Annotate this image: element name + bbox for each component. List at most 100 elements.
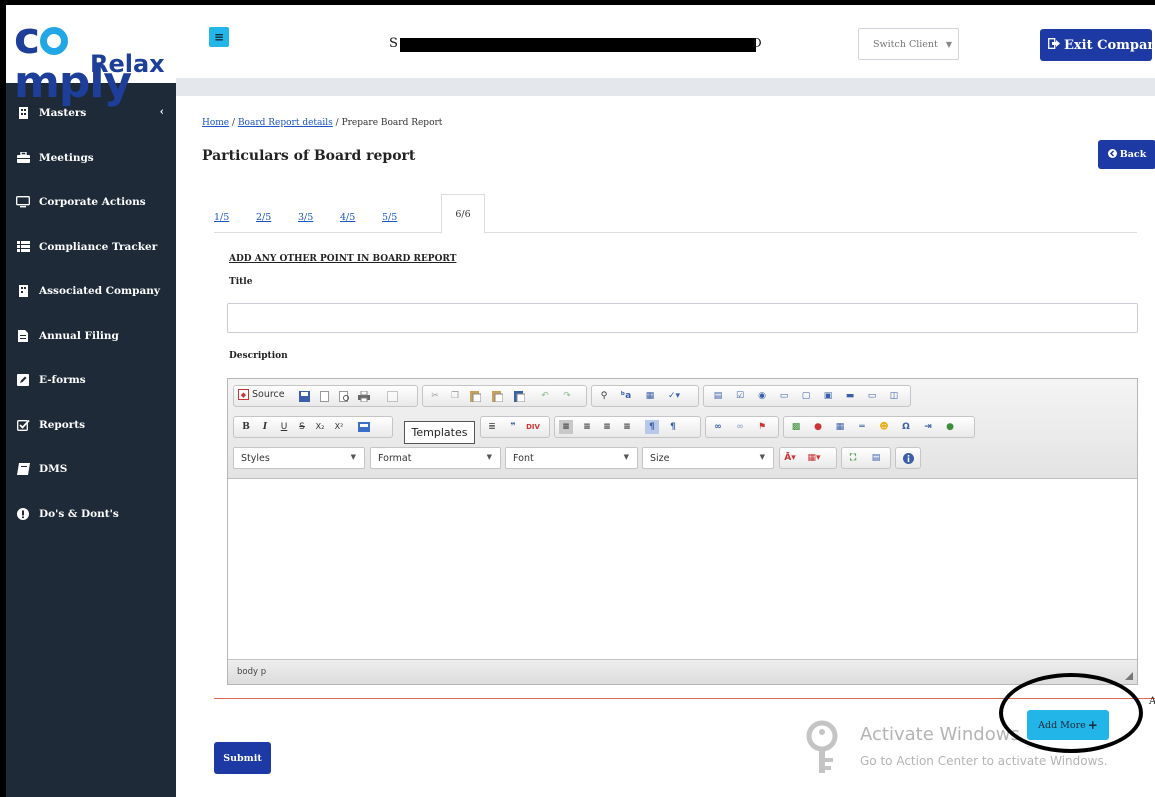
sidebar-item-corporate-actions[interactable]: Corporate Actions [6, 180, 176, 225]
save-icon[interactable] [298, 390, 310, 402]
button-field-icon[interactable]: ▬ [844, 390, 856, 402]
toolbar-group-basicstyles: B I U S X₂ X² [233, 416, 393, 438]
new-page-icon[interactable] [318, 390, 330, 402]
select-all-icon[interactable]: ▦ [644, 390, 656, 402]
italic-button[interactable]: I [259, 421, 271, 433]
editor-content-area[interactable] [228, 479, 1137, 659]
sidebar-item-reports[interactable]: Reports [6, 403, 176, 448]
blockquote-icon[interactable]: ❞ [507, 421, 519, 433]
templates-icon[interactable] [386, 390, 398, 402]
source-button[interactable]: ◆ Source [238, 389, 285, 400]
font-dropdown[interactable]: Font ▼ [505, 447, 638, 469]
tab-6-6[interactable]: 6/6 [441, 194, 485, 234]
paste-text-icon[interactable] [491, 390, 503, 402]
rtl-icon[interactable]: ¶ [667, 421, 679, 433]
image-button-icon[interactable]: ▭ [866, 390, 878, 402]
iframe-icon[interactable]: ● [944, 421, 956, 433]
paste-icon[interactable] [469, 390, 481, 402]
tab-2-5[interactable]: 2/5 [256, 212, 271, 223]
flash-icon[interactable]: ● [812, 421, 824, 433]
redacted-company-name [400, 38, 756, 52]
print-icon[interactable] [358, 390, 370, 402]
special-char-icon[interactable]: Ω [900, 421, 912, 433]
size-dropdown[interactable]: Size ▼ [642, 447, 774, 469]
maximize-icon[interactable]: ⛶ [847, 452, 859, 464]
sidebar-item-label: Associated Company [39, 285, 161, 298]
redo-icon[interactable]: ↷ [561, 390, 573, 402]
logo[interactable]: cmply Relax [6, 5, 176, 105]
anchor-icon[interactable]: ⚑ [756, 421, 768, 433]
menu-toggle-button[interactable]: ≡ [209, 27, 229, 47]
strike-button[interactable]: S [296, 421, 308, 433]
link-icon[interactable]: ∞ [712, 421, 724, 433]
undo-icon[interactable]: ↶ [539, 390, 551, 402]
text-color-icon[interactable]: Ā▾ [784, 452, 796, 464]
tab-3-5[interactable]: 3/5 [298, 212, 313, 223]
align-left-icon[interactable]: ≡ [559, 420, 573, 434]
submit-button[interactable]: Submit [214, 742, 271, 774]
sidebar-item-compliance-tracker[interactable]: Compliance Tracker [6, 225, 176, 270]
sidebar-item-associated-company[interactable]: Associated Company [6, 269, 176, 314]
align-center-icon[interactable]: ≡ [581, 421, 593, 433]
paste-word-icon[interactable] [513, 390, 525, 402]
image-icon[interactable]: ▩ [790, 421, 802, 433]
replace-icon[interactable]: ᵇa [620, 390, 632, 402]
bold-button[interactable]: B [240, 421, 252, 433]
checkbox-field-icon[interactable]: ☑ [734, 390, 746, 402]
sidebar-item-masters[interactable]: Masters ‹ [6, 91, 176, 136]
switch-client-select[interactable]: Switch Client ▼ [858, 28, 959, 60]
book-icon [16, 463, 30, 476]
remove-format-icon[interactable] [358, 421, 370, 433]
indent-icon[interactable]: ≣ [486, 421, 498, 433]
styles-dropdown[interactable]: Styles ▼ [233, 447, 365, 469]
find-icon[interactable]: ⚲ [598, 390, 610, 402]
title-input[interactable] [227, 303, 1138, 333]
tab-1-5[interactable]: 1/5 [214, 212, 229, 223]
align-right-icon[interactable]: ≡ [601, 421, 613, 433]
info-icon[interactable] [902, 452, 914, 464]
breadcrumb-separator: / [335, 118, 339, 128]
cut-icon[interactable]: ✂ [429, 390, 441, 402]
hidden-field-icon[interactable]: ◫ [888, 390, 900, 402]
underline-button[interactable]: U [278, 421, 290, 433]
sidebar-item-dms[interactable]: DMS [6, 447, 176, 492]
sidebar-item-meetings[interactable]: Meetings [6, 136, 176, 181]
tab-5-5[interactable]: 5/5 [382, 212, 397, 223]
div-icon[interactable]: DIV [526, 421, 540, 433]
sidebar-item-label: Annual Filing [39, 329, 119, 342]
checkbox-icon [16, 419, 30, 431]
copy-icon[interactable]: ❐ [449, 390, 461, 402]
superscript-button[interactable]: X² [333, 421, 345, 433]
unlink-icon[interactable]: ∞ [734, 421, 746, 433]
table-icon[interactable]: ▦ [834, 421, 846, 433]
back-button[interactable]: Back [1098, 140, 1155, 169]
source-label: Source [252, 389, 285, 400]
page-break-icon[interactable]: ⇥ [922, 421, 934, 433]
title-label: Title [229, 277, 253, 287]
horizontal-rule-icon[interactable]: ═ [856, 421, 868, 433]
tab-4-5[interactable]: 4/5 [340, 212, 355, 223]
sidebar-item-annual-filing[interactable]: Annual Filing [6, 314, 176, 359]
exclamation-icon [16, 507, 30, 520]
breadcrumb-board-report-details-link[interactable]: Board Report details [238, 118, 333, 128]
switch-client-label: Switch Client [873, 38, 938, 50]
breadcrumb-home-link[interactable]: Home [202, 118, 229, 128]
format-dropdown[interactable]: Format ▼ [370, 447, 501, 469]
select-field-icon[interactable]: ▣ [822, 390, 834, 402]
show-blocks-icon[interactable]: ▤ [870, 452, 882, 464]
exit-company-button[interactable]: Exit Company [1040, 29, 1152, 61]
justify-icon[interactable]: ≡ [621, 421, 633, 433]
radio-icon[interactable]: ◉ [756, 390, 768, 402]
background-color-icon[interactable]: ▦▾ [807, 452, 820, 464]
preview-icon[interactable] [338, 390, 350, 402]
ltr-icon[interactable]: ¶ [645, 420, 659, 434]
sidebar-item-dos-donts[interactable]: Do's & Dont's [6, 492, 176, 537]
spellcheck-icon[interactable]: ✓▾ [668, 390, 680, 402]
textarea-icon[interactable]: ▢ [800, 390, 812, 402]
text-field-icon[interactable]: ▭ [778, 390, 790, 402]
resize-grip-icon[interactable] [1125, 672, 1133, 680]
sidebar-item-e-forms[interactable]: E-forms [6, 358, 176, 403]
subscript-button[interactable]: X₂ [314, 421, 326, 433]
smiley-icon[interactable]: ☻ [878, 421, 890, 433]
form-icon[interactable]: ▤ [712, 390, 724, 402]
